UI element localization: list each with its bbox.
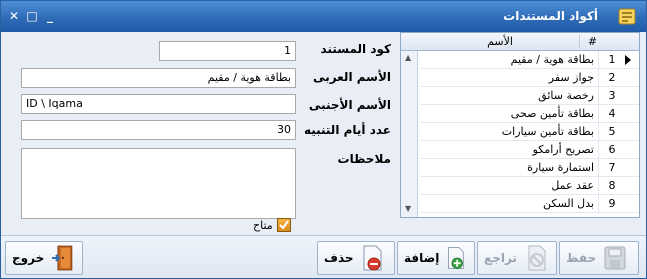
window-title: أكواد المستندات — [503, 9, 598, 23]
row-name: بطاقة تأمين صحى — [421, 105, 599, 123]
row-num: 3 — [608, 89, 616, 102]
table-row[interactable]: بطاقة هوية / مقيم 1 — [421, 51, 639, 69]
grid-header: الأسم # — [401, 33, 639, 51]
undo-button[interactable]: تراجع — [477, 241, 557, 275]
row-num: 1 — [608, 53, 616, 66]
row-name: رخصة سائق — [421, 87, 599, 105]
table-row[interactable]: بدل السكن 9 — [421, 195, 639, 213]
delete-label: حذف — [324, 251, 354, 265]
exit-door-icon — [52, 245, 73, 271]
row-num: 7 — [608, 161, 616, 174]
undo-icon — [528, 245, 546, 271]
add-icon — [448, 247, 465, 269]
table-row[interactable]: عقد عمل 8 — [421, 177, 639, 195]
alert-days-input[interactable]: 30 — [21, 120, 296, 140]
header-name[interactable]: الأسم — [421, 35, 579, 48]
table-row[interactable]: استمارة سيارة 7 — [421, 159, 639, 177]
header-num[interactable]: # — [579, 35, 605, 48]
app-icon — [618, 8, 636, 25]
body-area: كود المستند الأسم العربى الأسم الأجنبى ع… — [1, 32, 646, 235]
arabic-name-label: الأسم العربى — [313, 70, 391, 84]
foreign-name-label: الأسم الأجنبى — [308, 98, 391, 112]
row-num: 6 — [608, 143, 616, 156]
scroll-up-icon[interactable]: ▲ — [405, 53, 411, 62]
exit-button[interactable]: خروج — [5, 241, 83, 275]
available-label: متاح — [253, 218, 273, 232]
table-row[interactable]: بطاقة تأمين سيارات 5 — [421, 123, 639, 141]
row-name: تصريح أرامكو — [421, 141, 599, 159]
row-num: 2 — [608, 71, 616, 84]
bottom-toolbar: حفظ تراجع إضافة حذف خروج — [1, 235, 646, 278]
row-name: بطاقة تأمين سيارات — [421, 123, 599, 141]
notes-label: ملاحظات — [337, 152, 391, 166]
save-button[interactable]: حفظ — [559, 241, 639, 275]
row-num: 9 — [608, 197, 616, 210]
table-row[interactable]: تصريح أرامكو 6 — [421, 141, 639, 159]
minimize-icon[interactable]: _ — [43, 9, 57, 23]
checkmark-icon — [278, 220, 289, 230]
row-num: 4 — [608, 107, 616, 120]
current-row-indicator-icon — [625, 55, 631, 65]
delete-button[interactable]: حذف — [317, 241, 395, 275]
available-checkbox-wrap[interactable]: متاح — [253, 218, 291, 232]
documents-codes-window: ✕ □ _ أكواد المستندات كود المستند الأسم … — [0, 0, 647, 279]
doc-code-input[interactable]: 1 — [159, 41, 296, 61]
table-row[interactable]: بطاقة تأمين صحى 4 — [421, 105, 639, 123]
close-icon[interactable]: ✕ — [7, 9, 21, 23]
arabic-name-input[interactable]: بطاقة هوية / مقيم — [21, 68, 296, 88]
alert-days-label: عدد أيام التنبيه — [303, 123, 391, 137]
foreign-name-input[interactable]: ID \ Iqama — [21, 94, 296, 114]
add-label: إضافة — [404, 251, 440, 265]
row-name: عقد عمل — [421, 177, 599, 195]
table-row[interactable]: جواز سفر 2 — [421, 69, 639, 87]
save-label: حفظ — [566, 251, 597, 265]
row-name: بطاقة هوية / مقيم — [421, 51, 599, 69]
maximize-icon[interactable]: □ — [25, 9, 39, 23]
window-controls: ✕ □ _ — [7, 9, 57, 23]
row-name: بدل السكن — [421, 195, 599, 213]
grid-scrollbar[interactable]: ▲ ▼ — [401, 51, 418, 217]
doc-code-label: كود المستند — [320, 42, 391, 56]
save-icon — [604, 246, 626, 270]
row-num: 8 — [608, 179, 616, 192]
scroll-down-icon[interactable]: ▼ — [405, 204, 411, 213]
title-bar: ✕ □ _ أكواد المستندات — [1, 1, 646, 32]
undo-label: تراجع — [484, 251, 517, 265]
exit-label: خروج — [12, 251, 45, 265]
table-row[interactable]: رخصة سائق 3 — [421, 87, 639, 105]
add-button[interactable]: إضافة — [397, 241, 475, 275]
row-num: 5 — [608, 125, 616, 138]
available-checkbox[interactable] — [276, 218, 291, 232]
documents-grid[interactable]: الأسم # ▲ ▼ بطاقة هوية / مقيم 1 جواز سفر… — [400, 32, 640, 218]
row-name: استمارة سيارة — [421, 159, 599, 177]
delete-icon — [363, 245, 382, 271]
row-name: جواز سفر — [421, 69, 599, 87]
notes-textarea[interactable] — [21, 148, 296, 219]
